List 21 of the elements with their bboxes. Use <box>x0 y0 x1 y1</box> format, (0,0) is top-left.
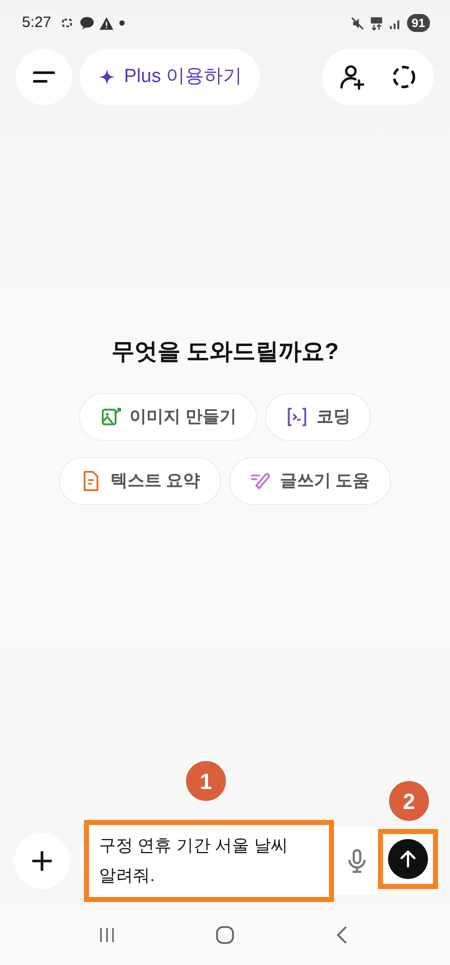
greeting-heading: 무엇을 도와드릴까요? <box>111 337 339 366</box>
status-time: 5:27 <box>22 12 52 33</box>
message-input[interactable]: 구정 연휴 기간 서울 날씨 알려줘. <box>84 820 334 902</box>
dot-icon <box>118 19 126 27</box>
suggestion-chip[interactable]: 텍스트 요약 <box>59 456 221 504</box>
network-icon <box>368 16 384 30</box>
add-person-icon[interactable] <box>338 63 366 91</box>
suggestion-chip[interactable]: 글쓰기 도움 <box>229 456 391 504</box>
send-button[interactable] <box>388 839 428 879</box>
battery-level: 91 <box>406 14 430 32</box>
step-badge: 2 <box>387 779 431 823</box>
step-badge: 1 <box>184 759 228 803</box>
upgrade-button[interactable]: Plus 이용하기 <box>80 49 260 105</box>
home-icon[interactable] <box>213 923 237 947</box>
sparkle-icon <box>98 68 116 86</box>
suggestion-chip[interactable]: 이미지 만들기 <box>78 392 258 440</box>
mute-icon <box>350 16 365 30</box>
dashed-bubble-icon[interactable] <box>390 63 418 91</box>
chat-bubble-icon <box>79 15 96 31</box>
suggestion-chip[interactable]: 코딩 <box>265 392 372 440</box>
warning-icon <box>99 16 114 30</box>
